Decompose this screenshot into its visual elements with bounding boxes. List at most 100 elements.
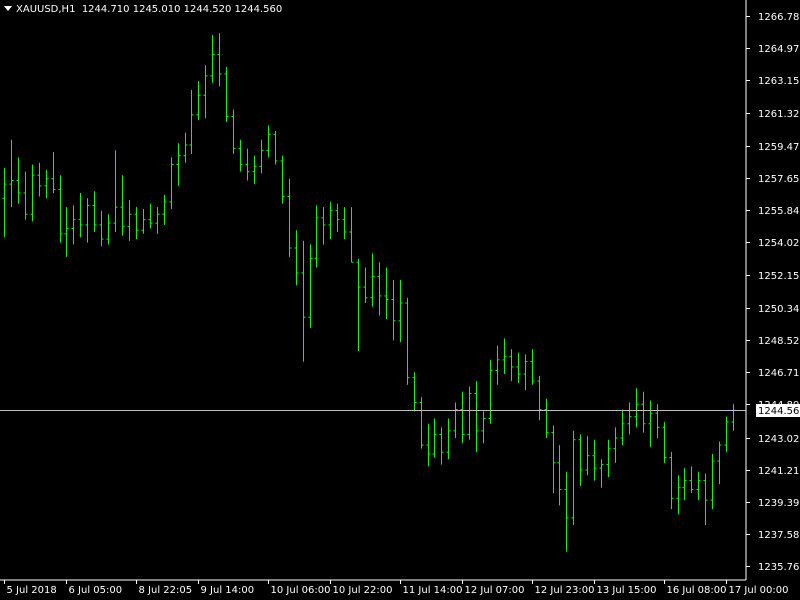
symbol-label: XAUUSD,H1 [16, 4, 76, 15]
ohlc-bar [606, 439, 611, 478]
ohlc-bar [280, 155, 285, 204]
y-tick-label: 1264.970 [758, 44, 800, 55]
ohlc-bar [544, 398, 549, 438]
ohlc-bar [189, 89, 194, 154]
ohlc-bar [557, 445, 562, 506]
ohlc-bar [551, 425, 556, 494]
ohlc-bar [120, 175, 125, 236]
ohlc-bar [321, 207, 326, 245]
x-tick-label: 8 Jul 22:05 [139, 585, 193, 596]
y-tick-label: 1235.765 [758, 562, 800, 573]
ohlc-bar [731, 404, 736, 431]
ohlc-bar [627, 402, 632, 435]
close-value: 1244.560 [234, 4, 283, 15]
ohlc-bar [696, 471, 701, 501]
ohlc-bar [294, 230, 299, 286]
ohlc-bar [245, 148, 250, 181]
ohlc-bar [273, 130, 278, 165]
ohlc-bar [217, 33, 222, 87]
ohlc-bar [398, 279, 403, 343]
ohlc-bar [71, 205, 76, 245]
ohlc-bar [467, 386, 472, 440]
ohlc-bar [495, 345, 500, 385]
ohlc-bar [176, 143, 181, 186]
ohlc-bar [439, 427, 444, 465]
ohlc-bar [412, 372, 417, 412]
y-tick-label: 1255.840 [758, 206, 800, 217]
ohlc-bar [488, 359, 493, 424]
current-price-box: 1244.560 [756, 404, 800, 417]
ohlc-bar [592, 439, 597, 481]
ohlc-bar [426, 423, 431, 467]
ohlc-bar [85, 198, 90, 243]
ohlc-bar [9, 139, 14, 208]
ohlc-bar [30, 164, 35, 222]
ohlc-bar [419, 397, 424, 449]
ohlc-bar [113, 150, 118, 233]
ohlc-bar [710, 453, 715, 509]
ohlc-bar [384, 267, 389, 320]
price-axis[interactable]: 1266.785 1264.970 1263.155 1261.320 1259.470… [745, 0, 800, 580]
x-tick-label: 6 Jul 05:00 [69, 585, 123, 596]
x-tick-label: 16 Jul 08:00 [667, 585, 727, 596]
ohlc-bar [148, 203, 153, 229]
x-tick-label: 13 Jul 15:00 [597, 585, 657, 596]
ohlc-bar [641, 391, 646, 433]
ohlc-bar [259, 139, 264, 174]
x-tick-label: 17 Jul 00:00 [729, 585, 789, 596]
ohlc-bar [432, 418, 437, 458]
ohlc-bar [99, 210, 104, 247]
ohlc-bar [620, 409, 625, 446]
ohlc-bar [196, 81, 201, 121]
current-price-label: 1244.560 [758, 406, 800, 417]
ohlc-bar [224, 66, 229, 122]
ohlc-bar [16, 157, 21, 204]
ohlc-bar [363, 267, 368, 304]
ohlc-bar [474, 381, 479, 453]
y-tick-label: 1259.470 [758, 142, 800, 153]
open-value: 1244.710 [81, 4, 130, 15]
ohlc-bar [655, 404, 660, 438]
ohlc-bar [252, 155, 257, 185]
y-tick-label: 1250.340 [758, 304, 800, 315]
y-tick-label: 1248.525 [758, 336, 800, 347]
ohlc-bar [717, 441, 722, 485]
ohlc-bar [314, 205, 319, 268]
ohlc-bar [203, 65, 208, 119]
time-axis[interactable]: 5 Jul 2018 6 Jul 05:00 8 Jul 22:05 9 Jul 14… [0, 579, 789, 596]
ohlc-bar [92, 191, 97, 233]
ohlc-bar [634, 388, 639, 428]
ohlc-bar [613, 427, 618, 463]
ohlc-bar [662, 421, 667, 463]
y-tick-label: 1237.580 [758, 530, 800, 541]
ohlc-bar [537, 375, 542, 421]
ohlc-bar [676, 475, 681, 515]
ohlc-bar [106, 214, 111, 245]
ohlc-bar [134, 207, 139, 240]
ohlc-bar [578, 434, 583, 486]
ohlc-bar [370, 253, 375, 307]
ohlc-bar [377, 262, 382, 316]
ohlc-bar [648, 400, 653, 447]
ohlc-bar [64, 207, 69, 257]
ohlc-bar [58, 175, 63, 243]
ohlc-bar [155, 207, 160, 234]
y-tick-label: 1263.155 [758, 76, 800, 87]
chevron-down-icon[interactable] [4, 6, 12, 11]
ohlc-bar [669, 452, 674, 509]
ohlc-bar [564, 471, 569, 552]
ohlc-bar [502, 338, 507, 375]
ohlc-bar [342, 207, 347, 240]
ohlc-bar [183, 132, 188, 163]
ohlc-bar [530, 349, 535, 385]
price-chart[interactable]: 1266.785 1264.970 1263.155 1261.320 1259.470… [0, 0, 800, 600]
y-tick-label: 1254.025 [758, 238, 800, 249]
y-tick-label: 1261.320 [758, 109, 800, 120]
y-tick-label: 1257.655 [758, 174, 800, 185]
ohlc-bar [481, 411, 486, 444]
low-value: 1244.520 [183, 4, 232, 15]
ohlc-bar [703, 473, 708, 525]
ohlc-bar [308, 244, 313, 328]
ohlc-bar [266, 125, 271, 158]
ohlc-bar [599, 459, 604, 488]
